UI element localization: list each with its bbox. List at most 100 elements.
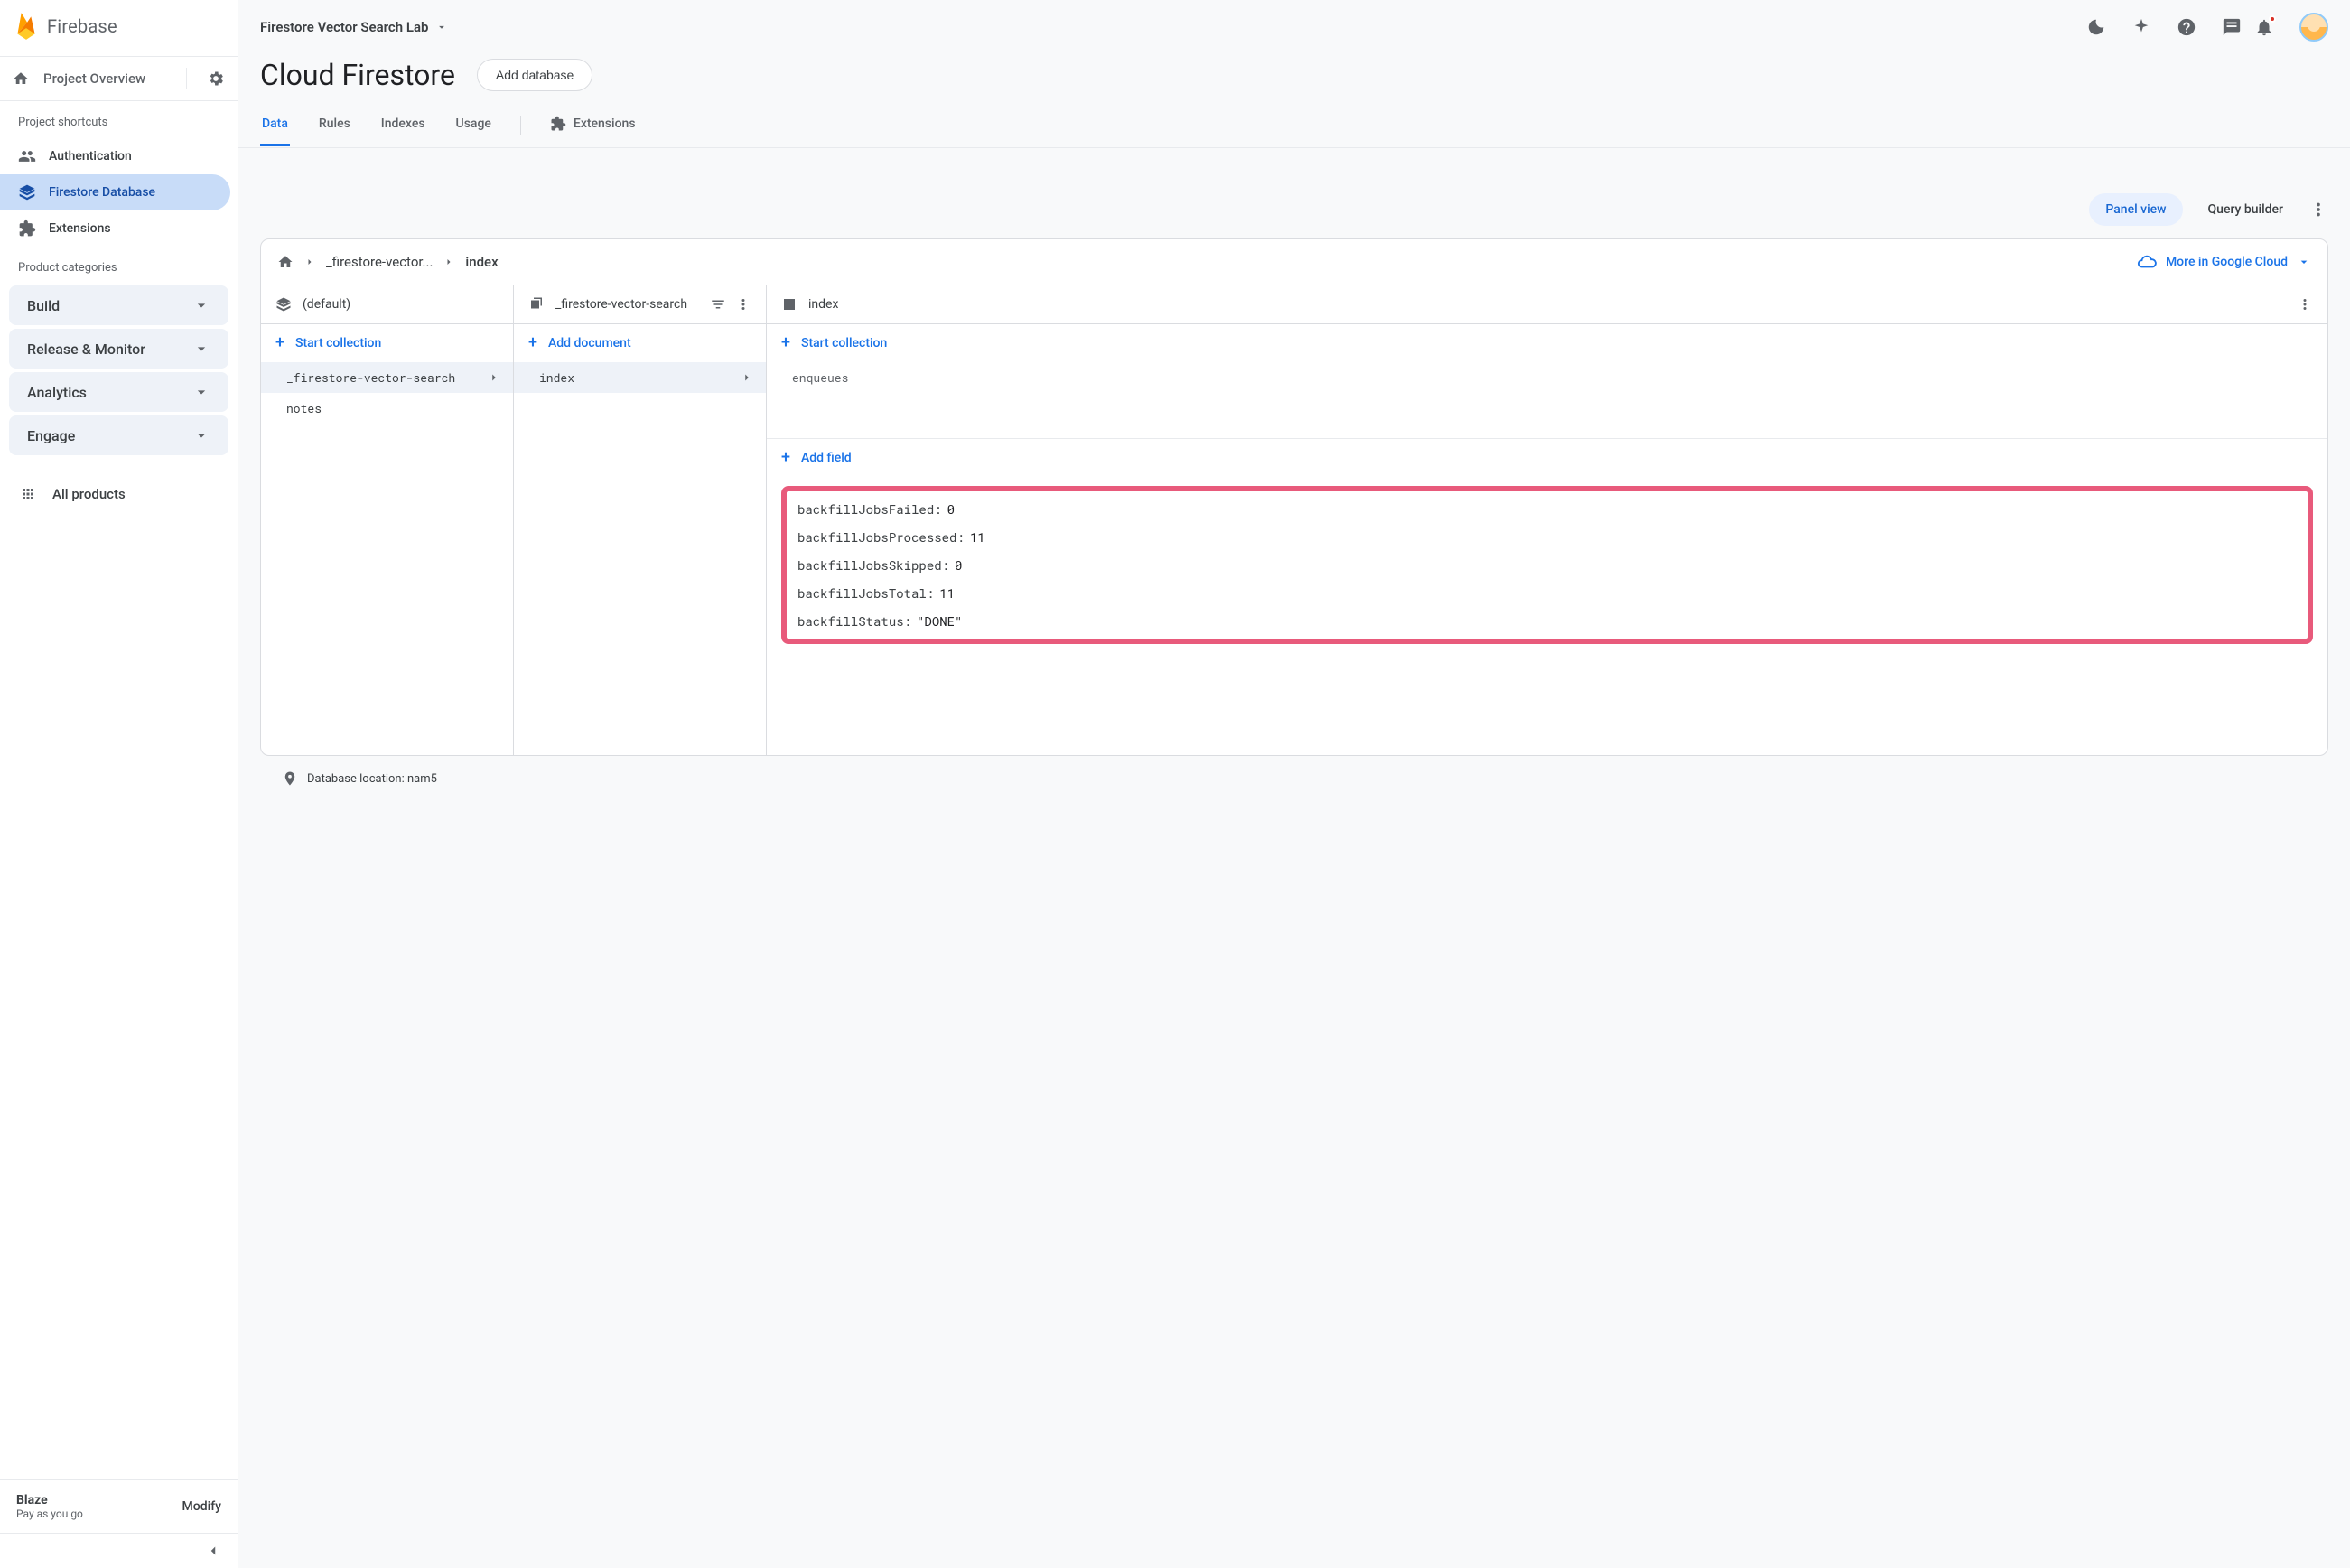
more-vert-icon[interactable] bbox=[735, 296, 751, 313]
sidebar-item-firestore[interactable]: Firestore Database bbox=[0, 174, 230, 210]
query-builder-button[interactable]: Query builder bbox=[2192, 193, 2299, 226]
fields-highlight-box: backfillJobsFailed:0 backfillJobsProcess… bbox=[781, 486, 2313, 644]
chevron-right-icon bbox=[488, 371, 500, 384]
category-analytics[interactable]: Analytics bbox=[9, 372, 228, 412]
chevron-down-icon bbox=[192, 296, 210, 314]
puzzle-icon bbox=[550, 116, 566, 132]
main: Firestore Vector Search Lab Cloud Firest… bbox=[238, 0, 2350, 1568]
notification-dot bbox=[2269, 15, 2276, 23]
sparkle-icon[interactable] bbox=[2131, 17, 2151, 37]
plus-icon: + bbox=[781, 450, 790, 466]
plus-icon: + bbox=[275, 335, 284, 351]
tab-rules[interactable]: Rules bbox=[317, 104, 352, 146]
chevron-down-icon bbox=[2297, 255, 2311, 269]
page-title: Cloud Firestore bbox=[260, 58, 455, 92]
field-row[interactable]: backfillJobsSkipped:0 bbox=[797, 556, 2297, 574]
firebase-logo-row[interactable]: Firebase bbox=[0, 0, 238, 56]
collection-item[interactable]: notes bbox=[261, 393, 513, 424]
sidebar-item-label: Authentication bbox=[49, 149, 132, 163]
panel-view-button[interactable]: Panel view bbox=[2089, 193, 2182, 226]
documents-column: _firestore-vector-search + Add document bbox=[514, 285, 767, 755]
home-icon[interactable] bbox=[277, 254, 294, 270]
plus-icon: + bbox=[528, 335, 537, 351]
cloud-icon bbox=[2137, 252, 2157, 272]
chevron-left-icon[interactable] bbox=[205, 1543, 221, 1559]
modify-plan-button[interactable]: Modify bbox=[182, 1499, 221, 1514]
tab-usage[interactable]: Usage bbox=[454, 104, 493, 146]
tab-indexes[interactable]: Indexes bbox=[379, 104, 427, 146]
grid-icon bbox=[20, 486, 36, 502]
collection-icon bbox=[528, 296, 545, 313]
stack-icon bbox=[18, 183, 36, 201]
firebase-flame-icon bbox=[14, 11, 38, 42]
data-panel: _firestore-vector... index More in Googl… bbox=[260, 238, 2328, 756]
moon-icon[interactable] bbox=[2086, 17, 2106, 37]
more-vert-icon[interactable] bbox=[2297, 296, 2313, 313]
plan-sub: Pay as you go bbox=[16, 1507, 83, 1520]
document-item[interactable]: index bbox=[514, 362, 766, 393]
caret-down-icon bbox=[435, 21, 448, 33]
collection-name: _firestore-vector-search bbox=[555, 297, 687, 312]
stack-icon bbox=[275, 296, 292, 313]
category-build[interactable]: Build bbox=[9, 285, 228, 325]
chevron-right-icon bbox=[443, 257, 454, 267]
categories-heading: Product categories bbox=[0, 247, 238, 284]
collection-item[interactable]: _firestore-vector-search bbox=[261, 362, 513, 393]
database-name: (default) bbox=[303, 297, 350, 312]
plan-row: Blaze Pay as you go Modify bbox=[0, 1479, 238, 1533]
pin-icon bbox=[282, 770, 298, 787]
shortcuts-heading: Project shortcuts bbox=[0, 101, 238, 138]
people-icon bbox=[18, 147, 36, 165]
avatar[interactable] bbox=[2299, 13, 2328, 42]
brand-name: Firebase bbox=[47, 15, 117, 37]
filter-icon[interactable] bbox=[710, 296, 726, 313]
sidebar-item-extensions[interactable]: Extensions bbox=[0, 210, 230, 247]
chat-icon[interactable] bbox=[2222, 17, 2242, 37]
document-icon bbox=[781, 296, 797, 313]
chevron-right-icon bbox=[304, 257, 315, 267]
add-field-button[interactable]: + Add field bbox=[767, 439, 2327, 477]
notifications-button[interactable] bbox=[2254, 17, 2274, 37]
puzzle-icon bbox=[18, 219, 36, 238]
breadcrumb-item[interactable]: index bbox=[465, 254, 498, 270]
project-selector[interactable]: Firestore Vector Search Lab bbox=[260, 19, 448, 35]
google-cloud-link[interactable]: More in Google Cloud bbox=[2137, 252, 2311, 272]
field-row[interactable]: backfillStatus:"DONE" bbox=[797, 612, 2297, 630]
database-location: Database location: nam5 bbox=[260, 756, 2328, 794]
breadcrumb: _firestore-vector... index bbox=[277, 254, 499, 270]
sidebar: Firebase Project Overview Project shortc… bbox=[0, 0, 238, 1568]
start-collection-button[interactable]: + Start collection bbox=[261, 324, 513, 362]
chevron-down-icon bbox=[192, 383, 210, 401]
sidebar-item-label: Extensions bbox=[49, 221, 111, 236]
chevron-right-icon bbox=[741, 371, 753, 384]
field-row[interactable]: backfillJobsTotal:11 bbox=[797, 584, 2297, 602]
field-row[interactable]: backfillJobsProcessed:11 bbox=[797, 528, 2297, 546]
document-detail-column: index + Start collection enqueues bbox=[767, 285, 2327, 755]
more-vert-icon[interactable] bbox=[2308, 200, 2328, 219]
tab-extensions[interactable]: Extensions bbox=[548, 103, 638, 147]
category-release[interactable]: Release & Monitor bbox=[9, 329, 228, 369]
project-overview-link[interactable]: Project Overview bbox=[0, 57, 238, 100]
plus-icon: + bbox=[781, 335, 790, 351]
document-name: index bbox=[808, 297, 838, 312]
gear-icon[interactable] bbox=[207, 70, 225, 88]
start-subcollection-button[interactable]: + Start collection bbox=[767, 324, 2327, 362]
field-row[interactable]: backfillJobsFailed:0 bbox=[797, 500, 2297, 518]
category-engage[interactable]: Engage bbox=[9, 415, 228, 455]
collections-column: (default) + Start collection _firestore-… bbox=[261, 285, 514, 755]
subcollection-item[interactable]: enqueues bbox=[767, 362, 2327, 393]
all-products-link[interactable]: All products bbox=[0, 470, 238, 518]
add-database-button[interactable]: Add database bbox=[477, 59, 592, 91]
chevron-down-icon bbox=[192, 340, 210, 358]
tab-data[interactable]: Data bbox=[260, 104, 290, 146]
sidebar-item-label: Firestore Database bbox=[49, 185, 155, 200]
help-icon[interactable] bbox=[2177, 17, 2196, 37]
add-document-button[interactable]: + Add document bbox=[514, 324, 766, 362]
tabs: Data Rules Indexes Usage Extensions bbox=[238, 103, 2350, 148]
home-icon bbox=[13, 70, 29, 87]
breadcrumb-item[interactable]: _firestore-vector... bbox=[326, 254, 433, 270]
topbar: Firestore Vector Search Lab bbox=[238, 0, 2350, 42]
plan-name: Blaze bbox=[16, 1493, 83, 1507]
chevron-down-icon bbox=[192, 426, 210, 444]
sidebar-item-authentication[interactable]: Authentication bbox=[0, 138, 230, 174]
